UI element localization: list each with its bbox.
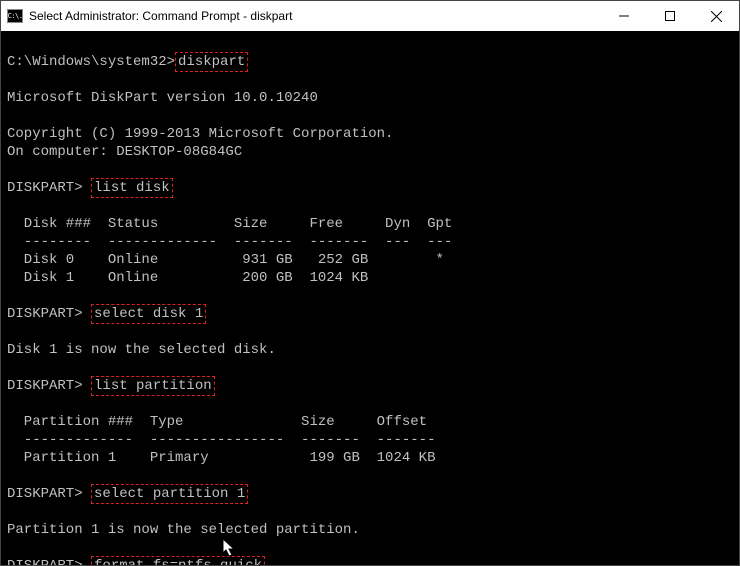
partition-row-0: Partition 1 Primary 199 GB 1024 KB [7, 450, 435, 466]
titlebar[interactable]: C:\. Select Administrator: Command Promp… [1, 1, 739, 31]
diskpart-prompt: DISKPART> [7, 486, 91, 502]
diskpart-prompt: DISKPART> [7, 180, 91, 196]
window-title: Select Administrator: Command Prompt - d… [29, 9, 292, 23]
cmd-list-disk-highlight: list disk [91, 178, 173, 198]
maximize-button[interactable] [647, 1, 693, 31]
partition-table-header: Partition ### Type Size Offset [7, 414, 427, 430]
diskpart-prompt: DISKPART> [7, 378, 91, 394]
cmd-select-disk-highlight: select disk 1 [91, 304, 206, 324]
partition-table-divider: ------------- ---------------- ------- -… [7, 432, 435, 448]
minimize-icon [619, 11, 629, 21]
minimize-button[interactable] [601, 1, 647, 31]
close-icon [711, 11, 722, 22]
copyright-line: Copyright (C) 1999-2013 Microsoft Corpor… [7, 126, 393, 142]
cmd-format-highlight: format fs=ntfs quick [91, 556, 265, 565]
disk-table-divider: -------- ------------- ------- ------- -… [7, 234, 452, 250]
cmd-list-partition-highlight: list partition [91, 376, 215, 396]
selected-disk-msg: Disk 1 is now the selected disk. [7, 342, 276, 358]
disk-row-1: Disk 1 Online 200 GB 1024 KB [7, 270, 368, 286]
selected-partition-msg: Partition 1 is now the selected partitio… [7, 522, 360, 538]
computer-line: On computer: DESKTOP-08G84GC [7, 144, 242, 160]
cmd-diskpart-highlight: diskpart [175, 52, 248, 72]
cmd-select-partition-highlight: select partition 1 [91, 484, 248, 504]
maximize-icon [665, 11, 675, 21]
command-prompt-window: C:\. Select Administrator: Command Promp… [0, 0, 740, 566]
close-button[interactable] [693, 1, 739, 31]
diskpart-prompt: DISKPART> [7, 306, 91, 322]
cmd-icon: C:\. [7, 9, 23, 23]
disk-row-0: Disk 0 Online 931 GB 252 GB * [7, 252, 444, 268]
disk-table-header: Disk ### Status Size Free Dyn Gpt [7, 216, 452, 232]
terminal-output[interactable]: C:\Windows\system32>diskpart Microsoft D… [1, 31, 739, 565]
prompt-path: C:\Windows\system32> [7, 54, 175, 70]
diskpart-prompt: DISKPART> [7, 558, 91, 565]
version-line: Microsoft DiskPart version 10.0.10240 [7, 90, 318, 106]
